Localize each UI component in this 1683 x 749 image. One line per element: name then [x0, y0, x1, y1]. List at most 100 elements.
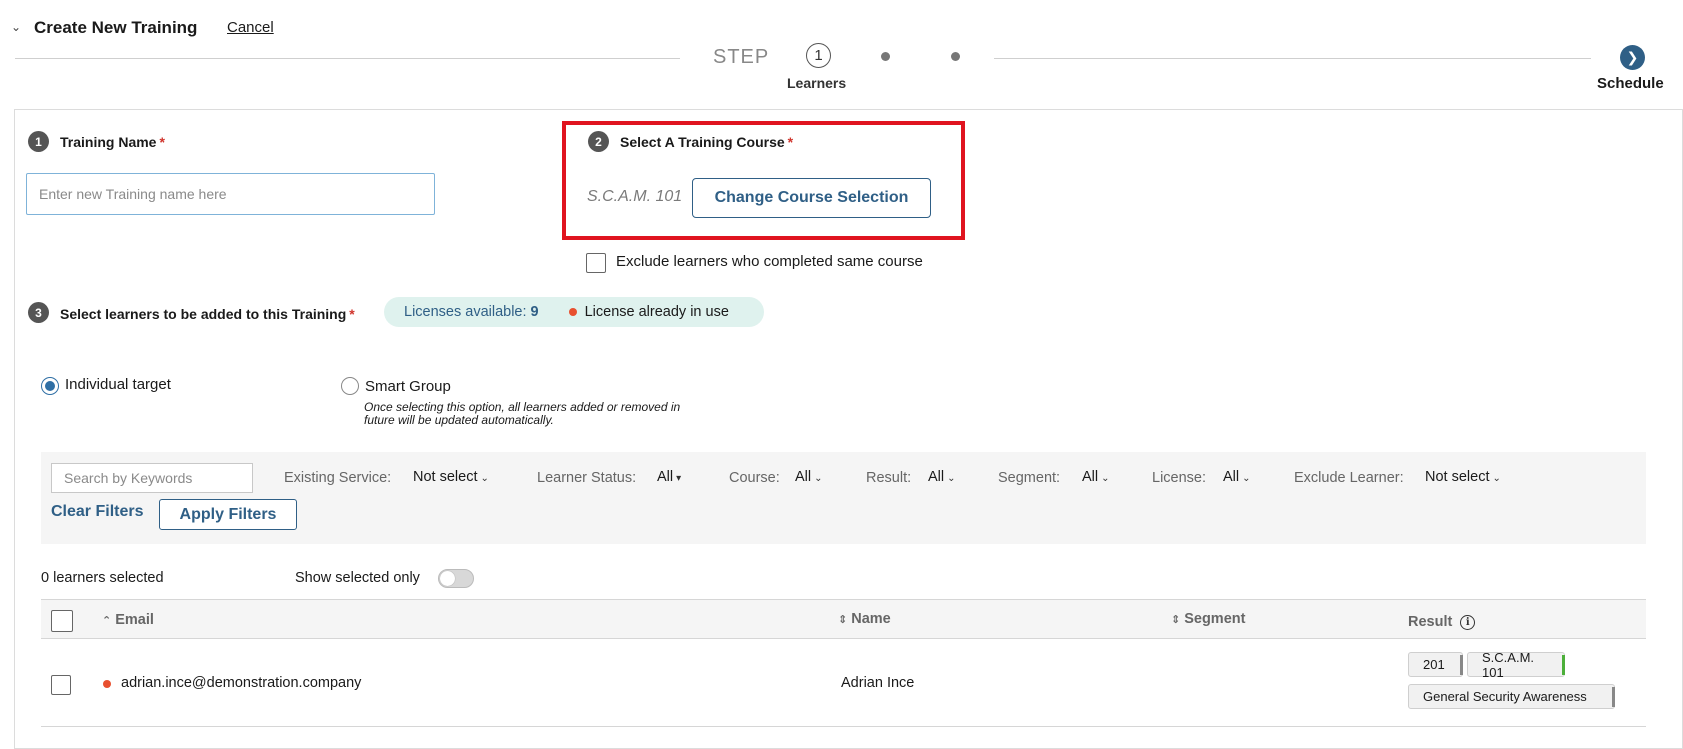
smart-group-label: Smart Group: [365, 378, 451, 395]
filter-segment-dropdown[interactable]: All ⌄: [1082, 469, 1110, 485]
column-segment[interactable]: ⇕ Segment: [1171, 611, 1245, 627]
caret-down-icon: ▾: [676, 473, 682, 484]
selected-count: 0 learners selected: [41, 570, 164, 586]
result-status-bar: [1460, 655, 1463, 675]
individual-target-label: Individual target: [65, 376, 171, 393]
filter-exclude-learner: Exclude Learner:: [1294, 469, 1404, 487]
filter-bar: [41, 452, 1646, 544]
chevron-down-icon: ⌄: [1492, 473, 1501, 484]
filter-label: Course:: [729, 470, 780, 486]
keyword-search-input[interactable]: [51, 463, 253, 493]
column-email[interactable]: ⌃ Email: [102, 612, 154, 628]
filter-learner-status: Learner Status:: [537, 469, 636, 487]
training-name-label-text: Training Name: [60, 134, 157, 150]
apply-filters-button[interactable]: Apply Filters: [159, 499, 297, 530]
clear-filters-button[interactable]: Clear Filters: [51, 503, 143, 521]
filter-label: Segment:: [998, 470, 1061, 486]
step-1-indicator[interactable]: 1: [806, 43, 831, 68]
change-course-button[interactable]: Change Course Selection: [692, 178, 931, 218]
licenses-available-count: 9: [530, 304, 539, 320]
result-status-bar: [1562, 655, 1565, 675]
row-name: Adrian Ince: [841, 675, 915, 691]
filter-existing-service: Existing Service:: [284, 469, 391, 487]
license-info-pill: Licenses available: 9 License already in…: [384, 297, 764, 327]
filter-course-dropdown[interactable]: All ⌄: [795, 469, 823, 485]
stepper-line-right: [994, 58, 1591, 59]
filter-exclude-learner-dropdown[interactable]: Not select ⌄: [1425, 469, 1501, 485]
result-tag-label: General Security Awareness: [1423, 689, 1587, 704]
show-selected-label: Show selected only: [295, 570, 420, 586]
column-email-label: Email: [115, 612, 154, 628]
filter-value: Not select: [1425, 469, 1490, 485]
filter-result-dropdown[interactable]: All ⌄: [928, 469, 956, 485]
sort-asc-icon: ⌃: [102, 615, 112, 627]
select-learners-label-text: Select learners to be added to this Trai…: [60, 306, 347, 322]
filter-segment: Segment:: [998, 469, 1060, 487]
select-learners-label: Select learners to be added to this Trai…: [60, 306, 355, 322]
smart-group-radio[interactable]: [341, 377, 359, 395]
license-in-use-label: License already in use: [584, 304, 729, 320]
sort-icon: ⇕: [1171, 614, 1181, 626]
filter-label: Exclude Learner:: [1294, 470, 1404, 486]
step-3-dot[interactable]: [951, 52, 960, 61]
sort-icon: ⇕: [838, 614, 848, 626]
step-label: STEP: [713, 46, 770, 68]
licenses-available-label: Licenses available:: [404, 304, 527, 320]
column-result: Result i: [1408, 614, 1476, 630]
collapse-chevron-icon[interactable]: ⌄: [11, 20, 25, 34]
filter-existing-service-dropdown[interactable]: Not select ⌄: [413, 469, 489, 485]
row-email: adrian.ince@demonstration.company: [121, 675, 362, 691]
required-mark: *: [349, 306, 355, 322]
page-title: Create New Training: [34, 18, 198, 37]
filter-value: All: [1082, 469, 1099, 485]
section-2-badge: 2: [588, 131, 609, 152]
training-name-input[interactable]: [26, 173, 435, 215]
license-in-use-dot-icon: [568, 308, 577, 316]
filter-value: All: [657, 469, 674, 485]
step-1-label: Learners: [787, 75, 847, 91]
chevron-down-icon: ⌄: [1242, 473, 1251, 484]
chevron-down-icon: ⌄: [814, 473, 823, 484]
filter-value: All: [795, 469, 812, 485]
cancel-link[interactable]: Cancel: [227, 19, 274, 36]
filter-value: All: [928, 469, 945, 485]
stepper-line-left: [15, 58, 680, 59]
filter-learner-status-dropdown[interactable]: All ▾: [657, 469, 681, 485]
step-2-dot[interactable]: [881, 52, 890, 61]
selected-course-name: S.C.A.M. 101: [587, 188, 683, 205]
training-course-label: Select A Training Course *: [620, 134, 793, 150]
result-tag-label: S.C.A.M. 101: [1482, 649, 1535, 680]
section-3-badge: 3: [28, 302, 49, 323]
chevron-down-icon: ⌄: [480, 473, 489, 484]
filter-license-dropdown[interactable]: All ⌄: [1223, 469, 1251, 485]
filter-label: License:: [1152, 470, 1207, 486]
result-tag: General Security Awareness: [1408, 684, 1615, 709]
required-mark: *: [159, 134, 165, 150]
smart-group-note: Once selecting this option, all learners…: [364, 400, 681, 427]
result-tag: 201: [1408, 652, 1463, 677]
license-in-use-dot-icon: [103, 680, 111, 688]
filter-value: All: [1223, 469, 1240, 485]
training-course-label-text: Select A Training Course: [620, 134, 785, 150]
select-all-checkbox[interactable]: [51, 610, 73, 632]
show-selected-toggle[interactable]: [438, 569, 474, 588]
individual-target-radio[interactable]: [41, 377, 59, 395]
column-result-label: Result: [1408, 614, 1453, 630]
chevron-down-icon: ⌄: [1101, 473, 1110, 484]
schedule-step-icon[interactable]: ❯: [1620, 45, 1645, 70]
result-tag: S.C.A.M. 101: [1467, 649, 1565, 680]
column-name-label: Name: [851, 611, 891, 627]
result-status-bar: [1612, 687, 1615, 707]
row-checkbox[interactable]: [51, 675, 71, 695]
info-icon[interactable]: i: [1460, 614, 1476, 630]
section-1-badge: 1: [28, 131, 49, 152]
column-name[interactable]: ⇕ Name: [838, 611, 891, 627]
exclude-completed-checkbox[interactable]: [586, 253, 606, 273]
schedule-step-label: Schedule: [1597, 75, 1664, 92]
row-divider: [41, 726, 1646, 727]
filter-label: Existing Service:: [284, 470, 392, 486]
chevron-down-icon: ⌄: [947, 473, 956, 484]
column-segment-label: Segment: [1184, 611, 1246, 627]
training-name-label: Training Name *: [60, 134, 165, 150]
exclude-completed-label: Exclude learners who completed same cour…: [616, 253, 923, 270]
